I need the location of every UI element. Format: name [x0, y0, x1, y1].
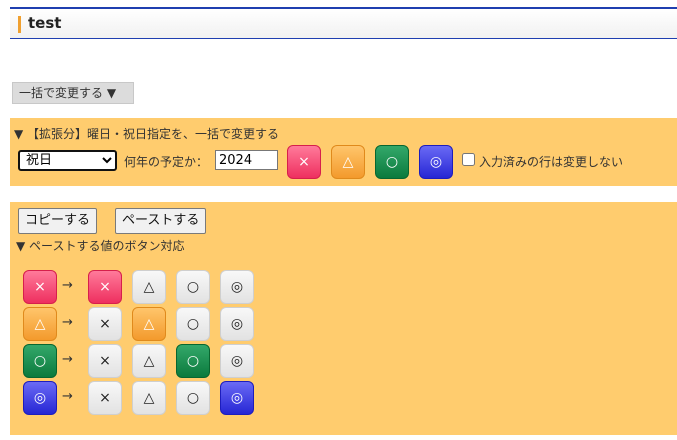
year-input[interactable]	[215, 150, 278, 170]
map-double-circle-to-circle[interactable]: ○	[176, 381, 210, 415]
copy-paste-panel: コピーする ペーストする ▼ ペーストする値のボタン対応 × → × △ ○ ◎…	[10, 202, 677, 435]
paste-button[interactable]: ペーストする	[115, 208, 207, 234]
map-double-circle-to-double-circle[interactable]: ◎	[220, 381, 254, 415]
source-double-circle-button[interactable]: ◎	[23, 381, 57, 415]
copy-button[interactable]: コピーする	[18, 208, 98, 234]
bulk-change-toggle[interactable]: 一括で変更する ▼	[12, 82, 134, 104]
map-triangle-to-circle[interactable]: ○	[176, 307, 210, 341]
set-cross-button[interactable]: ×	[287, 145, 321, 179]
mapping-arrow: →	[62, 315, 73, 330]
mapping-arrow: →	[62, 389, 73, 404]
map-circle-to-circle[interactable]: ○	[176, 344, 210, 378]
page-header: test	[10, 7, 677, 39]
set-circle-button[interactable]: ○	[375, 145, 409, 179]
weekday-select[interactable]: 祝日	[18, 150, 117, 171]
weekday-panel-heading: ▼ 【拡張分】曜日・祝日指定を、一括で変更する	[14, 127, 280, 141]
map-triangle-to-double-circle[interactable]: ◎	[220, 307, 254, 341]
set-double-circle-button[interactable]: ◎	[419, 145, 453, 179]
map-cross-to-triangle[interactable]: △	[132, 270, 166, 304]
map-cross-to-cross[interactable]: ×	[88, 270, 122, 304]
map-double-circle-to-cross[interactable]: ×	[88, 381, 122, 415]
map-double-circle-to-triangle[interactable]: △	[132, 381, 166, 415]
map-cross-to-circle[interactable]: ○	[176, 270, 210, 304]
mapping-arrow: →	[62, 278, 73, 293]
map-cross-to-double-circle[interactable]: ◎	[220, 270, 254, 304]
skip-filled-rows-checkbox[interactable]	[462, 153, 475, 166]
source-cross-button[interactable]: ×	[23, 270, 57, 304]
map-circle-to-double-circle[interactable]: ◎	[220, 344, 254, 378]
map-circle-to-cross[interactable]: ×	[88, 344, 122, 378]
mapping-arrow: →	[62, 352, 73, 367]
page-title: test	[28, 14, 62, 32]
title-accent-bar	[18, 16, 21, 33]
year-label: 何年の予定か：	[124, 155, 209, 169]
paste-mapping-heading: ▼ ペーストする値のボタン対応	[16, 239, 185, 253]
weekday-bulk-panel: ▼ 【拡張分】曜日・祝日指定を、一括で変更する 祝日 何年の予定か： × △ ○…	[10, 118, 677, 186]
map-triangle-to-cross[interactable]: ×	[88, 307, 122, 341]
set-triangle-button[interactable]: △	[331, 145, 365, 179]
map-triangle-to-triangle[interactable]: △	[132, 307, 166, 341]
map-circle-to-triangle[interactable]: △	[132, 344, 166, 378]
source-circle-button[interactable]: ○	[23, 344, 57, 378]
source-triangle-button[interactable]: △	[23, 307, 57, 341]
skip-filled-rows-label: 入力済みの行は変更しない	[479, 155, 624, 169]
